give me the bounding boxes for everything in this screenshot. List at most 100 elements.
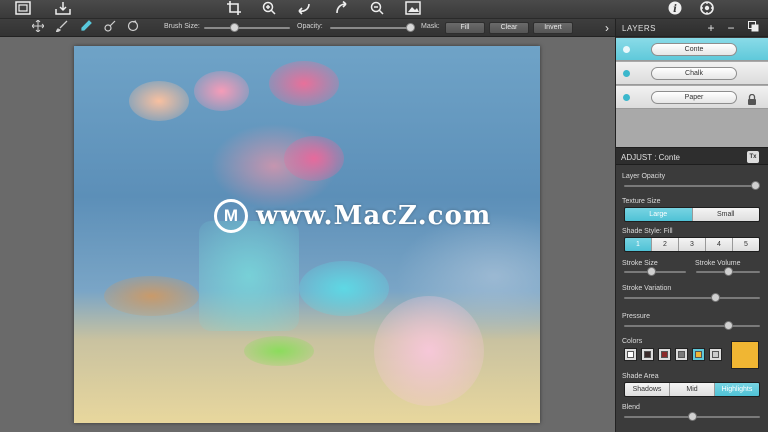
layer-opacity-slider[interactable] bbox=[624, 185, 760, 187]
mask-fill-button[interactable]: Fill bbox=[445, 22, 485, 34]
layer-row-paper[interactable]: Paper bbox=[616, 86, 768, 109]
layer-opacity-knob[interactable] bbox=[751, 181, 761, 190]
frame-icon[interactable] bbox=[14, 1, 32, 17]
watermark-text: www.MacZ.com bbox=[256, 201, 492, 231]
texture-size-segmented: Large Small bbox=[624, 207, 760, 222]
color-swatch[interactable] bbox=[675, 348, 688, 361]
pressure-knob[interactable] bbox=[724, 321, 734, 330]
remove-layer-button[interactable]: − bbox=[724, 20, 738, 36]
opacity-label: Opacity: bbox=[297, 23, 323, 30]
color-swatch[interactable] bbox=[709, 348, 722, 361]
layer-type-icon[interactable]: Tx bbox=[747, 151, 759, 163]
layers-header: LAYERS + − bbox=[616, 19, 768, 37]
chevron-right-icon[interactable]: › bbox=[599, 20, 615, 36]
right-panel: LAYERS + − Conte Chalk Paper ADJUST: Co… bbox=[615, 19, 768, 432]
crop-icon[interactable] bbox=[225, 1, 243, 17]
visibility-dot-icon[interactable] bbox=[623, 94, 630, 101]
color-swatch[interactable] bbox=[624, 348, 637, 361]
save-tray-icon[interactable] bbox=[54, 1, 72, 17]
duplicate-layer-icon[interactable] bbox=[746, 20, 760, 36]
color-swatch[interactable] bbox=[641, 348, 654, 361]
shade-style-option-4[interactable]: 4 bbox=[705, 238, 732, 251]
opacity-knob[interactable] bbox=[405, 23, 415, 32]
color-swatch-fill bbox=[712, 351, 719, 358]
scissors-shape bbox=[244, 336, 314, 366]
shade-style-segmented: 1 2 3 4 5 bbox=[624, 237, 760, 252]
visibility-dot-icon[interactable] bbox=[623, 46, 630, 53]
flower-shape bbox=[194, 71, 249, 111]
mask-clear-button[interactable]: Clear bbox=[489, 22, 529, 34]
layer-row-chalk[interactable]: Chalk bbox=[616, 62, 768, 85]
fabric-shape bbox=[374, 296, 484, 406]
mask-brush-tool-icon[interactable] bbox=[78, 20, 94, 36]
image-icon[interactable] bbox=[404, 1, 422, 17]
mask-label: Mask: bbox=[421, 23, 440, 30]
brush-size-label: Brush Size: bbox=[164, 23, 200, 30]
watermark: M www.MacZ.com bbox=[214, 197, 491, 235]
color-swatch-fill bbox=[644, 351, 651, 358]
shade-area-label: Shade Area bbox=[622, 373, 659, 380]
shade-area-mid-option[interactable]: Mid bbox=[669, 383, 714, 396]
undo-icon[interactable] bbox=[295, 1, 313, 17]
move-tool-icon[interactable] bbox=[30, 19, 46, 36]
redo-icon[interactable] bbox=[333, 0, 351, 17]
color-swatch[interactable] bbox=[658, 348, 671, 361]
color-swatch[interactable] bbox=[692, 348, 705, 361]
brush-tool-icon[interactable] bbox=[54, 20, 70, 36]
eraser-tool-icon[interactable] bbox=[125, 20, 141, 36]
tool-options-bar: Brush Size: Opacity: Mask: Fill Clear In… bbox=[0, 19, 615, 37]
blend-label: Blend bbox=[622, 404, 640, 411]
shade-area-shadows-option[interactable]: Shadows bbox=[625, 383, 669, 396]
shade-style-option-3[interactable]: 3 bbox=[678, 238, 705, 251]
shade-area-highlights-option[interactable]: Highlights bbox=[714, 383, 759, 396]
settings-icon[interactable] bbox=[698, 1, 716, 17]
stroke-size-knob[interactable] bbox=[647, 267, 657, 276]
watermark-logo-icon: M bbox=[214, 199, 248, 233]
brush-size-knob[interactable] bbox=[229, 23, 239, 32]
stroke-size-label: Stroke Size bbox=[622, 260, 658, 267]
shade-style-option-1[interactable]: 1 bbox=[625, 238, 651, 251]
shade-area-segmented: Shadows Mid Highlights bbox=[624, 382, 760, 397]
stroke-variation-label: Stroke Variation bbox=[622, 285, 672, 292]
stroke-variation-slider[interactable] bbox=[624, 297, 760, 299]
adjust-title: ADJUST : Conte bbox=[621, 153, 680, 162]
stroke-volume-label: Stroke Volume bbox=[695, 260, 741, 267]
color-swatch-fill bbox=[661, 351, 668, 358]
smudge-tool-icon[interactable] bbox=[102, 20, 118, 36]
opacity-slider[interactable] bbox=[330, 27, 412, 29]
app-window: i Brush Size: Opacity: Mask: Fill Clear bbox=[0, 0, 768, 432]
mask-invert-button[interactable]: Invert bbox=[533, 22, 573, 34]
bread-shape bbox=[104, 276, 199, 316]
glass-vase-shape bbox=[199, 221, 299, 331]
lock-icon[interactable] bbox=[747, 92, 757, 105]
zoom-out-icon[interactable] bbox=[368, 1, 386, 17]
visibility-dot-icon[interactable] bbox=[623, 70, 630, 77]
adjust-header: ADJUST : Conte Tx bbox=[616, 147, 768, 165]
texture-small-option[interactable]: Small bbox=[691, 208, 759, 221]
layer-row-conte[interactable]: Conte bbox=[616, 38, 768, 61]
layer-name: Conte bbox=[651, 43, 737, 56]
layers-title: LAYERS bbox=[622, 24, 656, 33]
brush-size-slider[interactable] bbox=[204, 27, 290, 29]
layer-name: Chalk bbox=[651, 67, 737, 80]
artwork-canvas[interactable]: M www.MacZ.com bbox=[74, 46, 540, 423]
selected-color-well[interactable] bbox=[731, 341, 759, 369]
zoom-in-icon[interactable] bbox=[260, 1, 278, 17]
flower-shape bbox=[284, 136, 344, 181]
stroke-variation-knob[interactable] bbox=[710, 293, 720, 302]
layer-name: Paper bbox=[651, 91, 737, 104]
texture-large-option[interactable]: Large bbox=[625, 208, 692, 221]
layer-list: Conte Chalk Paper bbox=[616, 38, 768, 162]
color-swatch-fill bbox=[695, 351, 702, 358]
top-toolbar: i bbox=[0, 0, 768, 19]
add-layer-button[interactable]: + bbox=[704, 20, 718, 36]
color-swatch-fill bbox=[627, 351, 634, 358]
pressure-label: Pressure bbox=[622, 313, 651, 320]
blend-knob[interactable] bbox=[687, 412, 697, 421]
pressure-slider[interactable] bbox=[624, 325, 760, 327]
ribbon-shape bbox=[299, 261, 389, 316]
shade-style-option-2[interactable]: 2 bbox=[651, 238, 678, 251]
shade-style-option-5[interactable]: 5 bbox=[732, 238, 759, 251]
stroke-volume-knob[interactable] bbox=[723, 267, 733, 276]
info-icon[interactable]: i bbox=[666, 1, 684, 17]
